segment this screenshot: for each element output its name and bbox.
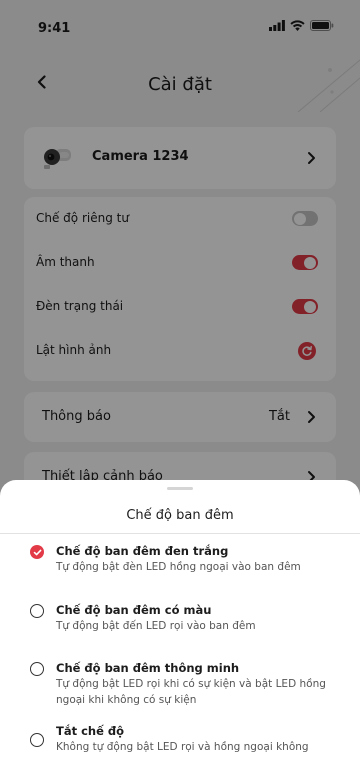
radio-unchecked[interactable] — [30, 662, 44, 676]
option-title: Tắt chế độ — [56, 724, 125, 738]
night-mode-sheet: Chế độ ban đêm Chế độ ban đêm đen trắng … — [0, 480, 360, 761]
option-description: Tự động bật đến LED rọi vào ban đêm — [56, 620, 256, 632]
option-title: Chế độ ban đêm có màu — [56, 603, 212, 617]
sheet-title: Chế độ ban đêm — [126, 508, 234, 523]
option-description: Tự động bật LED rọi khi có sự kiện và bậ… — [56, 678, 326, 706]
radio-unchecked[interactable] — [30, 733, 44, 747]
radio-checked[interactable] — [30, 545, 44, 559]
option-title: Chế độ ban đêm thông minh — [56, 661, 240, 675]
option-description: Tự động bật đèn LED hồng ngoại vào ban đ… — [56, 561, 301, 573]
option-title: Chế độ ban đêm đen trắng — [56, 544, 229, 558]
sheet-drag-handle[interactable] — [167, 487, 193, 490]
option-description: Không tự động bật LED rọi và hồng ngoại … — [56, 741, 309, 753]
check-icon — [33, 549, 41, 555]
radio-unchecked[interactable] — [30, 604, 44, 618]
settings-screen: 9:41 Cài đặt Camera 1234 Chế độ riêng tư… — [0, 0, 360, 761]
sheet-divider — [0, 533, 360, 534]
